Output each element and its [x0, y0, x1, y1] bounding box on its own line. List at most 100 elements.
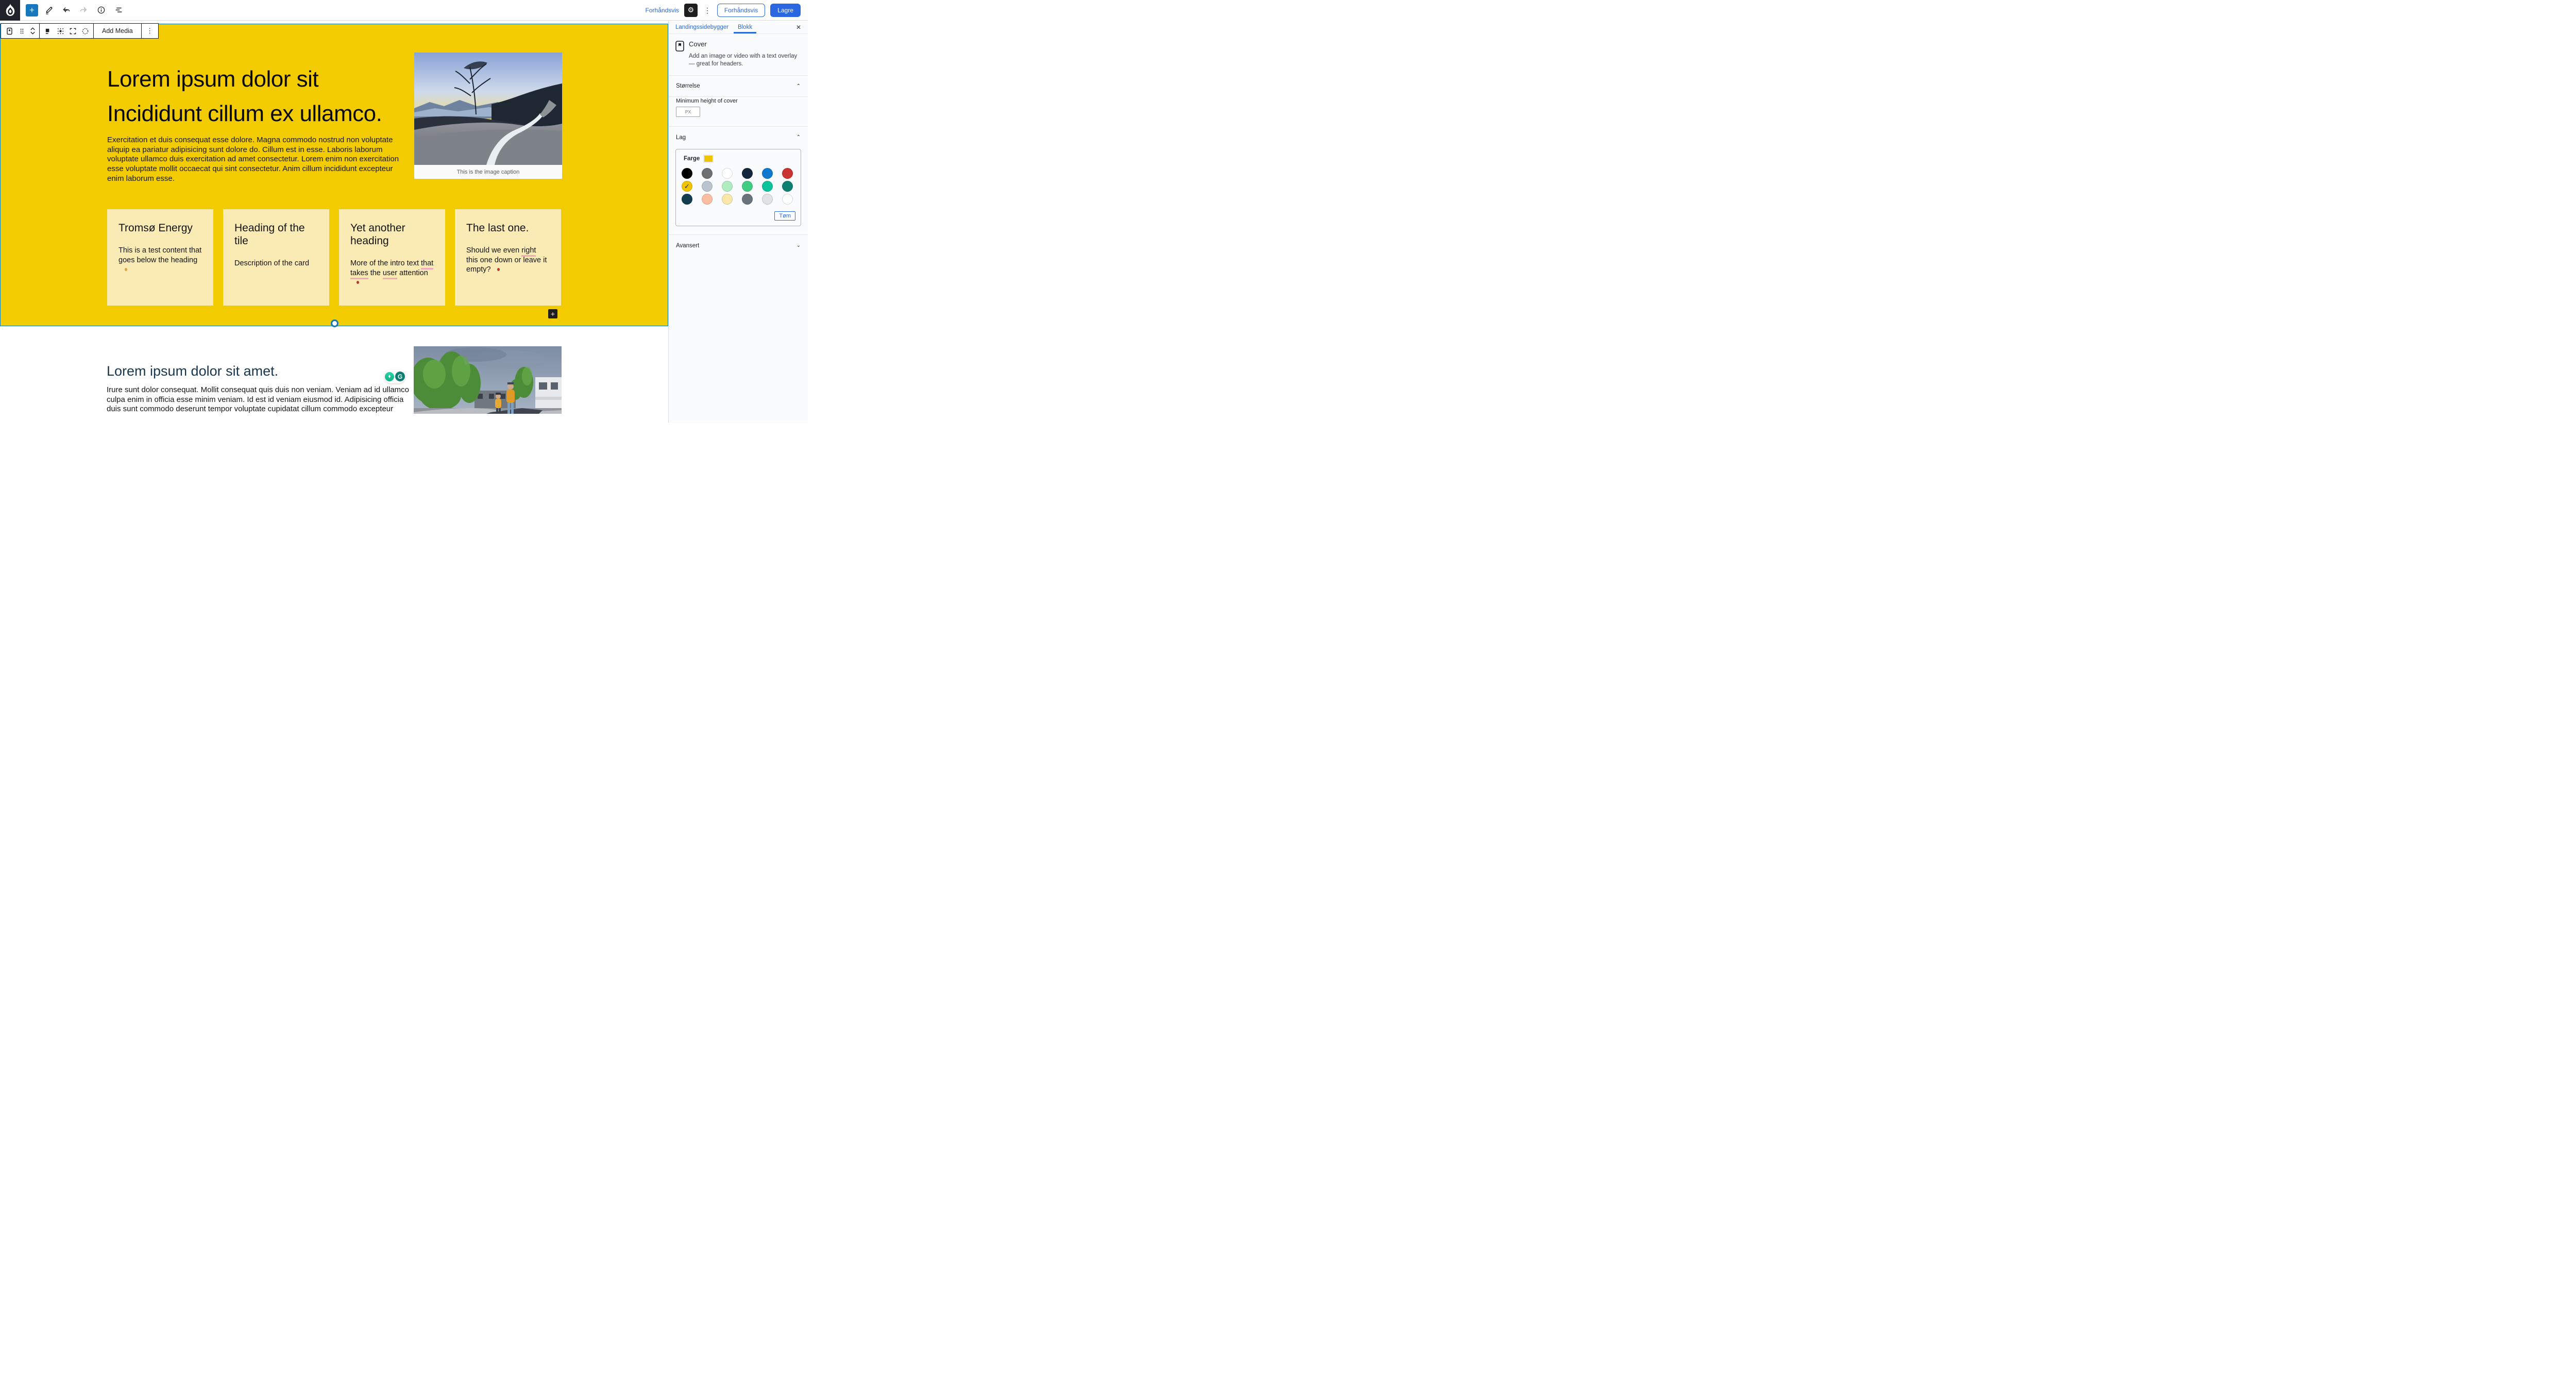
panel-lag-title: Lag	[676, 134, 686, 141]
color-swatch-mint[interactable]	[722, 181, 733, 192]
cover-heading[interactable]: Lorem ipsum dolor sit Incididunt cillum …	[107, 62, 382, 131]
color-swatch-slate[interactable]	[742, 194, 753, 205]
color-swatch-silver[interactable]	[762, 194, 773, 205]
move-up-icon[interactable]	[30, 27, 36, 31]
card-last-one[interactable]: The last one. Should we even right this …	[455, 209, 561, 306]
color-swatch-cream[interactable]	[722, 194, 733, 205]
panel-avansert-header[interactable]: Avansert ⌄	[669, 235, 808, 256]
panel-storrelse-title: Størrelse	[676, 83, 700, 89]
color-swatch-gray[interactable]	[702, 168, 713, 179]
inserter-toggle-button[interactable]: +	[26, 4, 38, 16]
grammarly-suggestion-bulb-icon[interactable]: ⬧	[385, 372, 394, 381]
preview-button[interactable]: Forhåndsvis	[717, 4, 765, 17]
cover-heading-line2: Incididunt cillum ex ullamco.	[107, 101, 382, 126]
section2-heading[interactable]: Lorem ipsum dolor sit amet.	[107, 363, 278, 379]
cover-block-icon	[675, 41, 684, 52]
card-heading: Heading of the tile	[234, 222, 318, 247]
color-swatch-peach[interactable]	[702, 194, 713, 205]
header-right-tools: Forhåndsvis ⚙ ⋮ Forhåndsvis Lagre	[646, 4, 808, 17]
chevron-up-icon: ⌃	[796, 134, 801, 140]
card-heading: Tromsø Energy	[118, 222, 202, 234]
card-heading-of-tile[interactable]: Heading of the tile Description of the c…	[223, 209, 329, 306]
more-options-kebab-icon[interactable]: ⋮	[703, 7, 712, 14]
color-swatch-blue[interactable]	[762, 168, 773, 179]
undo-icon[interactable]	[59, 3, 73, 18]
block-toolbar-group-block	[1, 24, 40, 38]
grammarly-g-icon[interactable]: G	[395, 372, 405, 381]
color-swatch-black[interactable]	[682, 168, 692, 179]
tom-row: Tøm	[681, 211, 795, 221]
settings-gear-button[interactable]: ⚙	[684, 4, 698, 17]
clear-color-button[interactable]: Tøm	[774, 211, 795, 221]
color-swatch-green[interactable]	[742, 181, 753, 192]
block-toolbar-group-settings	[40, 24, 94, 38]
editor-canvas: Lorem ipsum dolor sit Incididunt cillum …	[0, 21, 668, 414]
header-left-tools: +	[20, 3, 126, 18]
card-tromso-energy[interactable]: Tromsø Energy This is a test content tha…	[107, 209, 213, 306]
color-swatch-yellow-selected[interactable]: ✓	[682, 181, 692, 192]
color-swatch-offwhite[interactable]	[782, 194, 793, 205]
cover-heading-line1: Lorem ipsum dolor sit	[107, 66, 318, 92]
color-swatch-red[interactable]	[782, 168, 793, 179]
full-height-toggle-icon[interactable]	[66, 25, 79, 37]
block-description: Add an image or video with a text overla…	[689, 53, 798, 68]
section2-paragraph[interactable]: Irure sunt dolor consequat. Mollit conse…	[107, 385, 412, 414]
card-body: More of the intro text that takes the us…	[350, 259, 434, 288]
image-caption[interactable]: This is the image caption	[414, 165, 562, 179]
tab-blokk[interactable]: Blokk	[738, 21, 752, 33]
content-position-icon[interactable]	[42, 25, 54, 37]
top-header-bar: + Forhåndsvis ⚙ ⋮ Forhåndsvis	[0, 0, 808, 21]
redo-icon	[76, 3, 91, 18]
block-appender-button[interactable]: +	[548, 309, 557, 318]
list-view-outline-icon[interactable]	[111, 3, 126, 18]
preview-link[interactable]: Forhåndsvis	[646, 7, 679, 14]
farge-label: Farge	[684, 156, 700, 162]
edit-mode-pencil-icon[interactable]	[41, 3, 56, 18]
change-position-grid-icon[interactable]	[54, 25, 66, 37]
add-media-button[interactable]: Add Media	[96, 24, 139, 38]
close-sidebar-icon[interactable]: ✕	[796, 24, 801, 31]
card-yet-another[interactable]: Yet another heading More of the intro te…	[339, 209, 445, 306]
drupal-droplet-icon	[5, 4, 16, 17]
block-toolbar: Add Media ⋮	[1, 23, 159, 39]
min-height-input[interactable]: PX	[676, 107, 700, 117]
block-toolbar-group-media: Add Media	[94, 24, 142, 38]
tab-landingssidebygger[interactable]: Landingssidebygger	[675, 21, 728, 33]
panel-storrelse-header[interactable]: Størrelse ⌃	[669, 76, 808, 97]
selected-color-swatch[interactable]	[704, 156, 713, 162]
color-swatch-dark-teal[interactable]	[682, 194, 692, 205]
editor-app: + Forhåndsvis ⚙ ⋮ Forhåndsvis	[0, 0, 808, 423]
px-unit-label: PX	[685, 109, 691, 114]
grammar-dot	[497, 268, 500, 271]
cover-resize-handle[interactable]	[331, 319, 338, 327]
cover-paragraph[interactable]: Exercitation et duis consequat esse dolo…	[107, 136, 410, 184]
color-swatch-white[interactable]	[722, 168, 733, 179]
card-body: Description of the card	[234, 259, 318, 268]
color-swatch-teal-green[interactable]	[762, 181, 773, 192]
save-button[interactable]: Lagre	[770, 4, 801, 17]
cards-row: Tromsø Energy This is a test content tha…	[107, 209, 561, 306]
color-swatch-teal[interactable]	[782, 181, 793, 192]
color-swatch-navy[interactable]	[742, 168, 753, 179]
color-swatch-lightgray[interactable]	[702, 181, 713, 192]
settings-sidebar: Landingssidebygger Blokk ✕ Cover Add an …	[669, 21, 808, 423]
card-heading: Yet another heading	[350, 222, 417, 247]
drupal-logo[interactable]	[0, 0, 20, 21]
spellcheck-dot	[125, 268, 127, 271]
details-info-icon[interactable]	[94, 3, 108, 18]
duotone-filter-icon[interactable]	[79, 25, 91, 37]
section2-image-figure[interactable]	[414, 346, 562, 414]
panel-lag: Lag ⌃ Farge ✓	[669, 127, 808, 235]
farge-row: Farge	[681, 156, 795, 162]
grammarly-widget[interactable]: ⬧ G	[384, 369, 405, 383]
drag-handle-icon[interactable]	[15, 25, 28, 37]
chevron-up-icon: ⌃	[796, 83, 801, 89]
sidebar-divider	[668, 21, 669, 423]
cover-block-type-icon[interactable]	[3, 25, 15, 37]
block-toolbar-group-options: ⋮	[142, 24, 158, 38]
panel-lag-header[interactable]: Lag ⌃	[669, 127, 808, 148]
move-down-icon[interactable]	[30, 31, 36, 35]
cover-block[interactable]: Lorem ipsum dolor sit Incididunt cillum …	[0, 24, 668, 326]
block-options-kebab-icon[interactable]: ⋮	[144, 25, 156, 37]
cover-image-figure[interactable]: This is the image caption	[414, 53, 562, 179]
